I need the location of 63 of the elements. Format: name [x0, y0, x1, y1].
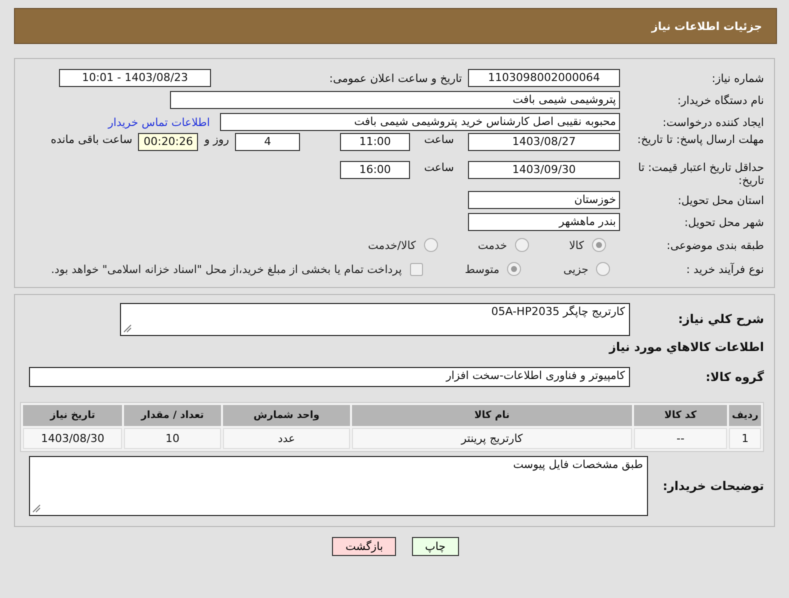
option-label: کالا/خدمت [368, 238, 416, 252]
resize-grip-icon[interactable] [123, 324, 132, 333]
checkbox-label: پرداخت تمام یا بخشی از مبلغ خرید،از محل "اسناد خزانه اسلامی" خواهد بود. [51, 262, 402, 276]
field-label: نام دستگاه خریدار: [676, 94, 764, 106]
table-cell: -- [634, 428, 728, 449]
province-field: خوزستان [468, 191, 620, 209]
column-header: تاریخ نیاز [23, 405, 122, 426]
field-label: ساعت باقی مانده [50, 133, 132, 146]
table-cell: عدد [222, 428, 350, 449]
option-label: خدمت [478, 238, 508, 252]
resize-grip-icon[interactable] [32, 504, 41, 513]
field-label: ساعت [424, 133, 454, 146]
remaining-time-field: 00:20:26 [138, 133, 198, 151]
option-label: جزیی [563, 262, 588, 276]
field-label: ایجاد کننده درخواست: [662, 116, 764, 128]
radio-button[interactable] [596, 262, 610, 276]
buyer-field: پتروشیمی شیمی بافت [170, 91, 620, 109]
option-label: کالا [569, 238, 584, 252]
column-header: کد کالا [634, 405, 728, 426]
need-number-field: 1103098002000064 [468, 69, 620, 87]
field-label: تاریخ و ساعت اعلان عمومی: [328, 72, 462, 84]
field-label: مهلت ارسال پاسخ: تا تاریخ: [636, 133, 764, 146]
buyer-notes-field: طبق مشخصات فایل پیوست [29, 456, 648, 516]
radio-button[interactable] [515, 238, 530, 252]
table-cell: 1 [729, 428, 761, 449]
print-button[interactable]: چاپ [412, 537, 459, 556]
field-label: شهر محل تحویل: [683, 216, 764, 228]
column-header: نام کالا [352, 405, 632, 426]
buyer-contact-link[interactable]: اطلاعات تماس خریدار [108, 116, 210, 128]
field-label: استان محل تحویل: [676, 194, 764, 206]
city-field: بندر ماهشهر [468, 213, 620, 231]
field-label: طبقه بندی موضوعی: [666, 238, 764, 252]
back-button[interactable]: بازگشت [332, 537, 396, 556]
days-field: 4 [235, 133, 300, 151]
field-label: روز و [204, 133, 230, 146]
radio-button[interactable] [592, 238, 606, 252]
table-cell: 1403/08/30 [23, 428, 122, 449]
page-title: جزئیات اطلاعات نیاز [14, 8, 777, 44]
field-label: ساعت [424, 161, 454, 174]
requester-field: محبوبه نقیبی اصل کارشناس خرید پتروشیمی شیمی بافت [220, 113, 620, 131]
date-field: 1403/08/27 [468, 133, 620, 151]
checkbox[interactable] [410, 262, 423, 276]
table-cell: کارتریج پرینتر [352, 428, 632, 449]
field-label: نوع فرآیند خرید : [685, 262, 764, 276]
field-label: توضیحات خریدار: [662, 480, 764, 492]
column-header: ردیف [729, 405, 761, 426]
date-field: 1403/09/30 [468, 161, 620, 179]
description-field: کارتریج چاپگر 05A-HP2035 [120, 303, 630, 336]
field-label: شماره نیاز: [710, 72, 764, 84]
section-title: اطلاعات کالاهاي مورد نياز [608, 340, 764, 354]
announce-date-field: 1403/08/23 - 10:01 [59, 69, 211, 87]
goods-group-field: کامپیوتر و فناوری اطلاعات-سخت افزار [29, 367, 630, 387]
option-label: متوسط [464, 262, 500, 276]
table-cell: 10 [124, 428, 221, 449]
radio-button[interactable] [424, 238, 438, 252]
time-field: 11:00 [340, 133, 410, 151]
field-label: گروه کالا: [704, 370, 764, 384]
field-label: شرح کلي نياز: [677, 313, 764, 326]
column-header: واحد شمارش [222, 405, 350, 426]
field-label: حداقل تاریخ اعتبار قیمت: تا تاریخ: [637, 161, 764, 187]
radio-button[interactable] [507, 262, 522, 276]
column-header: تعداد / مقدار [124, 405, 221, 426]
time-field: 16:00 [340, 161, 410, 179]
